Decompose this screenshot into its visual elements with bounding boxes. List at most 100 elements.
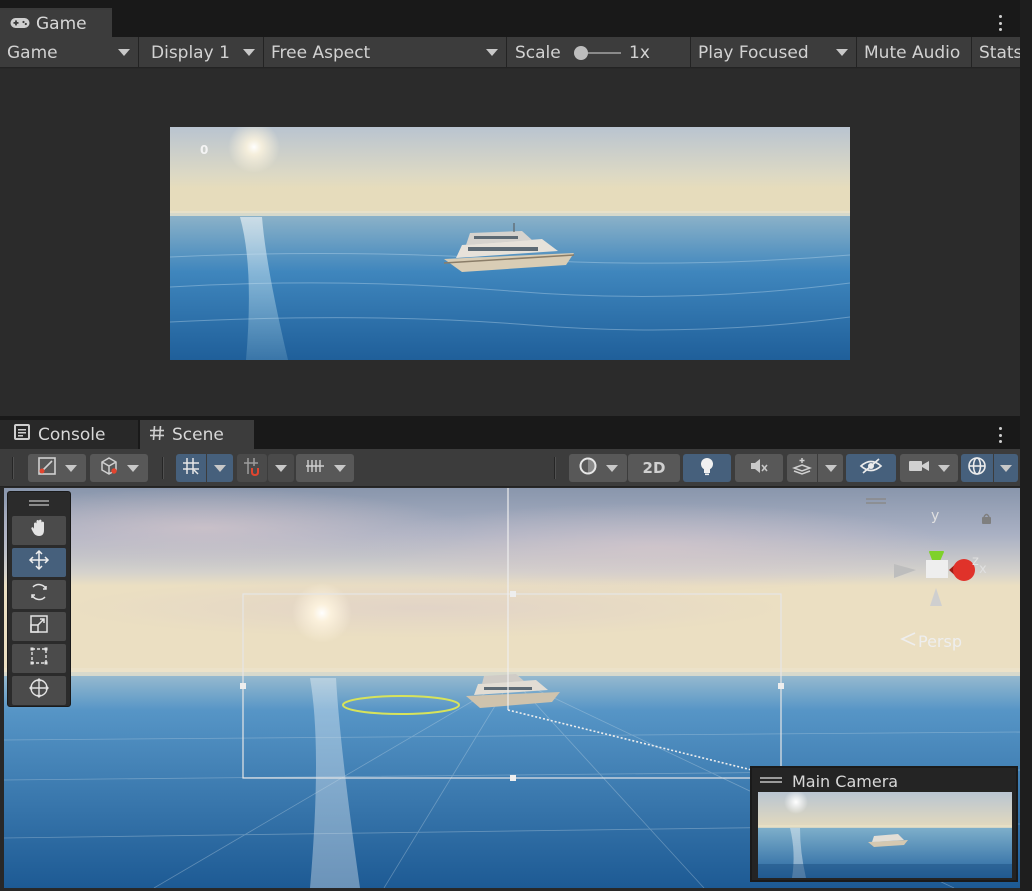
toggle-2d-button[interactable]: 2D: [628, 454, 680, 482]
snap-toggle-button[interactable]: [237, 454, 267, 482]
gizmos-toggle-button[interactable]: [961, 454, 993, 482]
game-tab-bar: Game: [0, 8, 1020, 37]
game-counter-text: 0: [200, 143, 209, 157]
chevron-down-icon: [606, 464, 618, 472]
toolbar-separator: [554, 457, 556, 479]
mute-audio-icon: [749, 457, 769, 479]
hash-icon: [150, 425, 164, 445]
right-dock-strip: [1020, 0, 1032, 891]
gamepad-icon: [10, 14, 30, 34]
stats-button[interactable]: Stats: [972, 37, 1023, 68]
mute-audio-label: Mute Audio: [864, 42, 961, 63]
move-tool-button[interactable]: [12, 548, 66, 577]
scale-icon: [29, 614, 49, 639]
snap-magnet-icon: [242, 456, 262, 480]
render-mode-dropdown[interactable]: [569, 454, 627, 482]
camera-preview-image: [758, 792, 1012, 878]
scene-visibility-toggle-button[interactable]: [846, 454, 896, 482]
game-more-options-icon[interactable]: [998, 15, 1002, 31]
chevron-down-icon: [65, 464, 77, 472]
scale-slider[interactable]: [574, 46, 621, 60]
chevron-down-icon: [1000, 464, 1012, 472]
toolbar-separator: [12, 457, 14, 479]
tab-scene-label: Scene: [172, 424, 224, 445]
tab-console[interactable]: Console: [0, 420, 138, 449]
perspective-icon: [900, 631, 916, 651]
camera-overlay-title: Main Camera: [792, 772, 899, 791]
chevron-down-icon: [214, 464, 226, 472]
gizmo-globe-icon: [967, 456, 987, 480]
play-mode-value: Play Focused: [698, 42, 809, 63]
chevron-down-icon: [243, 49, 255, 56]
grid-icon: [181, 456, 201, 480]
aspect-value: Free Aspect: [271, 42, 371, 63]
game-mode-dropdown[interactable]: Game: [0, 37, 139, 68]
hand-icon: [29, 518, 49, 543]
game-mode-value: Game: [7, 42, 58, 63]
play-focused-dropdown[interactable]: Play Focused: [691, 37, 857, 68]
transform-tool-button[interactable]: [12, 676, 66, 705]
effects-options-dropdown[interactable]: [818, 454, 843, 482]
grid-toggle-button[interactable]: [176, 454, 206, 482]
shading-dropdown[interactable]: [90, 454, 148, 482]
rotate-tool-button[interactable]: [12, 580, 66, 609]
camera-settings-dropdown[interactable]: [900, 454, 958, 482]
game-panel: Game Game Display 1 Free Aspect Scale 1x…: [0, 8, 1023, 416]
rect-tool-button[interactable]: [12, 644, 66, 673]
gizmos-options-dropdown[interactable]: [994, 454, 1018, 482]
scale-label: Scale: [515, 42, 561, 63]
increment-snap-dropdown[interactable]: [296, 454, 354, 482]
audio-toggle-button[interactable]: [735, 454, 783, 482]
projection-label: Persp: [918, 631, 962, 651]
scale-control: Scale 1x: [507, 37, 691, 68]
scene-more-options-icon[interactable]: [998, 427, 1002, 443]
chevron-down-icon: [118, 49, 130, 56]
scene-tab-bar: Console Scene: [0, 418, 1020, 449]
scale-tool-button[interactable]: [12, 612, 66, 641]
display-dropdown[interactable]: Display 1: [139, 37, 264, 68]
chevron-down-icon: [486, 49, 498, 56]
chevron-down-icon: [836, 49, 848, 56]
chevron-down-icon: [334, 464, 346, 472]
display-value: Display 1: [151, 42, 230, 63]
projection-toggle[interactable]: Persp: [900, 631, 962, 651]
chevron-down-icon: [824, 464, 837, 472]
camera-icon: [908, 458, 930, 478]
tab-game-label: Game: [36, 13, 87, 34]
tab-console-label: Console: [38, 424, 106, 445]
rect-icon: [29, 646, 49, 671]
gizmo-y-label: y: [931, 508, 940, 524]
scale-slider-handle[interactable]: [574, 46, 588, 60]
effects-toggle-button[interactable]: [787, 454, 817, 482]
lighting-toggle-button[interactable]: [683, 454, 731, 482]
scene-toolbar: 2D: [0, 449, 1020, 487]
scale-value: 1x: [629, 42, 650, 63]
grid-options-dropdown[interactable]: [207, 454, 233, 482]
tab-game[interactable]: Game: [0, 8, 112, 37]
move-icon: [28, 549, 50, 576]
game-view[interactable]: 0: [0, 69, 1020, 416]
render-sphere-icon: [578, 456, 598, 480]
stats-label: Stats: [979, 42, 1023, 63]
hidden-eye-icon: [859, 457, 883, 479]
shading-cube-icon: [99, 456, 119, 480]
light-bulb-icon: [698, 456, 716, 480]
game-render-image: 0: [170, 127, 850, 360]
scene-panel: Console Scene 2D y z x Persp Main Camera: [0, 418, 1020, 891]
draw-mode-dropdown[interactable]: [28, 454, 86, 482]
gizmo-z-label: z: [972, 554, 979, 569]
chevron-down-icon: [938, 464, 950, 472]
effects-layers-icon: [791, 456, 813, 480]
toggle-2d-label: 2D: [642, 459, 666, 477]
mute-audio-button[interactable]: Mute Audio: [857, 37, 972, 68]
tab-scene[interactable]: Scene: [140, 420, 254, 449]
scene-viewport[interactable]: y z x Persp Main Camera: [4, 488, 1020, 888]
snap-options-dropdown[interactable]: [268, 454, 294, 482]
aspect-dropdown[interactable]: Free Aspect: [264, 37, 507, 68]
tool-palette: [7, 491, 71, 707]
chevron-down-icon: [127, 464, 139, 472]
main-camera-overlay[interactable]: Main Camera: [750, 766, 1018, 882]
chevron-down-icon: [275, 464, 287, 472]
transform-icon: [28, 677, 50, 704]
hand-tool-button[interactable]: [12, 516, 66, 545]
